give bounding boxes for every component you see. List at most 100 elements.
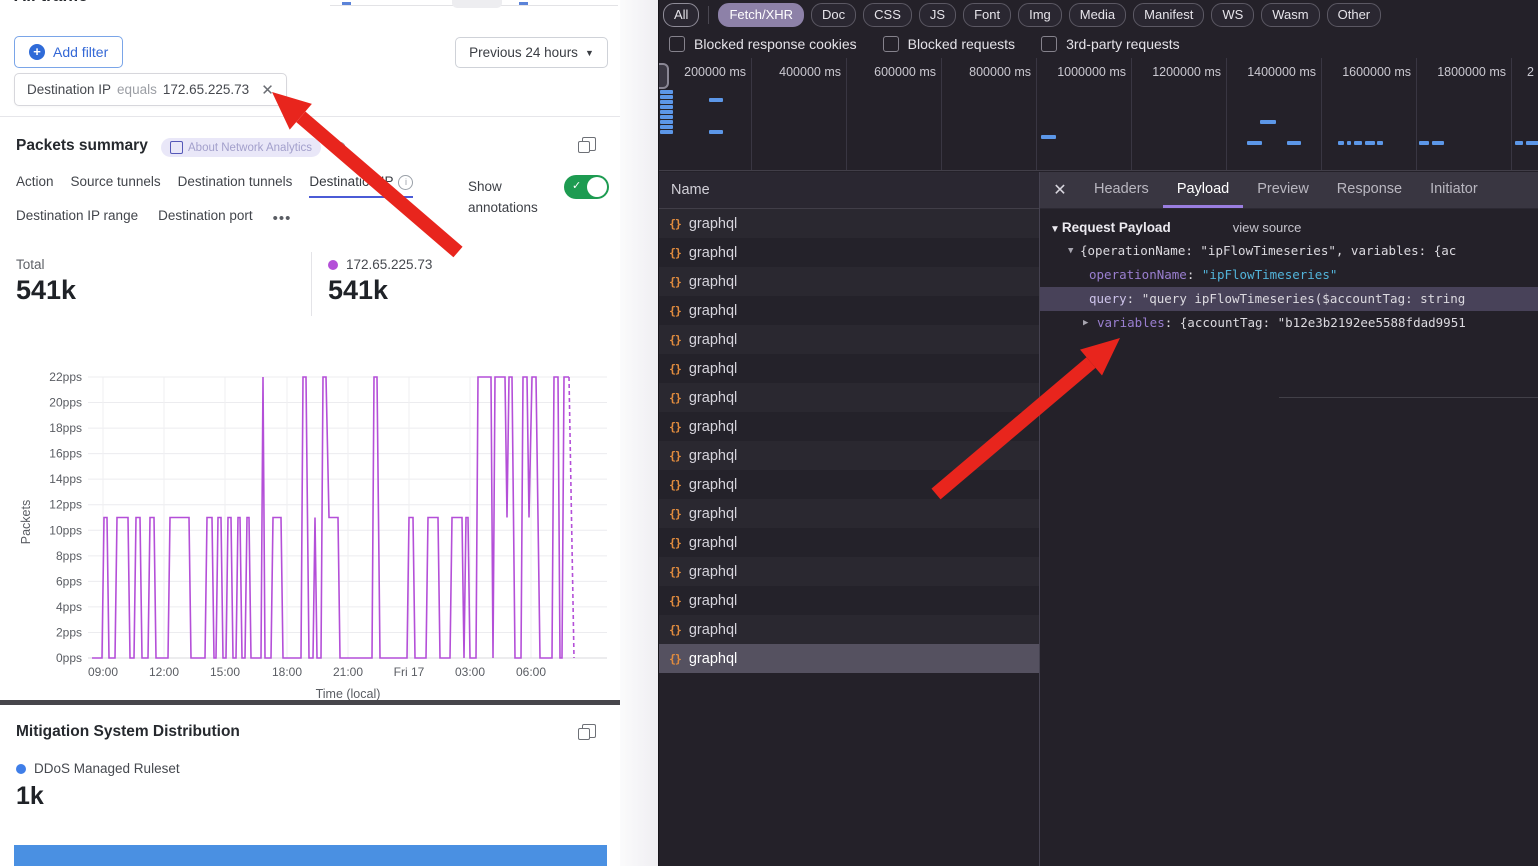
request-row[interactable]: {}graphql xyxy=(659,441,1039,470)
request-name: graphql xyxy=(689,419,737,435)
add-filter-label: Add filter xyxy=(53,44,108,60)
expand-panel-icon[interactable] xyxy=(582,137,596,151)
checkbox-box[interactable] xyxy=(669,36,685,52)
request-row[interactable]: {}graphql xyxy=(659,470,1039,499)
request-timing-mark xyxy=(1041,135,1056,139)
timeline-tick-label: 600000 ms xyxy=(874,65,936,79)
checkbox-box[interactable] xyxy=(883,36,899,52)
request-timing-mark xyxy=(1247,141,1262,145)
tab-action[interactable]: Action xyxy=(16,174,54,195)
filter-pill-fetch-xhr[interactable]: Fetch/XHR xyxy=(718,3,804,27)
request-row[interactable]: {}graphql xyxy=(659,557,1039,586)
filter-pill-media[interactable]: Media xyxy=(1069,3,1126,27)
time-range-label: Previous 24 hours xyxy=(469,45,578,60)
request-timing-mark xyxy=(660,110,673,114)
detail-tab-preview[interactable]: Preview xyxy=(1243,172,1323,208)
tab-destination-ip-range[interactable]: Destination IP range xyxy=(16,208,138,229)
filter-pill-ws[interactable]: WS xyxy=(1211,3,1254,27)
json-request-icon: {} xyxy=(669,565,681,579)
remove-filter-icon[interactable]: ✕ xyxy=(261,81,274,99)
request-row[interactable]: {}graphql xyxy=(659,586,1039,615)
timeline-column: 800000 ms xyxy=(941,58,1037,170)
pill-separator xyxy=(708,6,709,24)
request-row[interactable]: {}graphql xyxy=(659,499,1039,528)
json-request-icon: {} xyxy=(669,478,681,492)
about-network-analytics-badge[interactable]: About Network Analytics xyxy=(161,138,321,157)
request-row[interactable]: {}graphql xyxy=(659,354,1039,383)
more-tabs-icon[interactable]: ••• xyxy=(273,210,292,227)
payload-token: {operationName: "ipFlowTimeseries", vari… xyxy=(1080,243,1456,258)
request-payload-title: Request Payload xyxy=(1062,220,1171,235)
time-range-dropdown[interactable]: Previous 24 hours ▼ xyxy=(455,37,608,68)
view-source-link[interactable]: view source xyxy=(1233,220,1302,235)
json-request-icon: {} xyxy=(669,594,681,608)
filter-pill-img[interactable]: Img xyxy=(1018,3,1062,27)
payload-line[interactable]: query: "query ipFlowTimeseries($accountT… xyxy=(1040,287,1538,311)
caret-down-icon[interactable]: ▼ xyxy=(1050,224,1060,235)
tab-destination-tunnels[interactable]: Destination tunnels xyxy=(178,174,293,195)
request-name: graphql xyxy=(689,332,737,348)
payload-line[interactable]: ▼ {operationName: "ipFlowTimeseries", var… xyxy=(1040,239,1538,263)
filter-pill-css[interactable]: CSS xyxy=(863,3,912,27)
checkbox-blocked-requests[interactable]: Blocked requests xyxy=(883,36,1015,52)
checkbox-3rd-party-requests[interactable]: 3rd-party requests xyxy=(1041,36,1180,52)
request-row[interactable]: {}graphql xyxy=(659,412,1039,441)
request-timing-mark xyxy=(1515,141,1523,145)
request-row[interactable]: {}graphql xyxy=(659,615,1039,644)
timeline-column: 1600000 ms xyxy=(1321,58,1417,170)
request-name: graphql xyxy=(689,303,737,319)
filter-pill-other[interactable]: Other xyxy=(1327,3,1382,27)
request-timing-mark xyxy=(660,90,673,94)
expand-panel-icon[interactable] xyxy=(582,724,596,738)
timeline-tick-label: 1200000 ms xyxy=(1152,65,1221,79)
payload-line[interactable]: ▶variables: {accountTag: "b12e3b2192ee55… xyxy=(1040,311,1538,335)
tab-destination-ip[interactable]: Destination IPi xyxy=(309,174,413,198)
filter-pill-manifest[interactable]: Manifest xyxy=(1133,3,1204,27)
request-row[interactable]: {}graphql xyxy=(659,296,1039,325)
filter-pill-wasm[interactable]: Wasm xyxy=(1261,3,1319,27)
request-name: graphql xyxy=(689,535,737,551)
caret-down-icon[interactable]: ▼ xyxy=(1068,239,1073,263)
request-payload-header: ▼ Request Payload view source xyxy=(1050,220,1538,235)
add-filter-button[interactable]: + Add filter xyxy=(14,36,123,68)
card-separator-band xyxy=(0,700,658,705)
caret-right-icon[interactable]: ▶ xyxy=(1083,311,1088,335)
request-timing-mark xyxy=(709,130,723,134)
filter-chip[interactable]: Destination IP equals 172.65.225.73 ✕ xyxy=(14,73,287,106)
packets-summary-tabs-row2: Destination IP range Destination port ••• xyxy=(16,208,291,229)
detail-tabs: HeadersPayloadPreviewResponseInitiator xyxy=(1080,172,1492,208)
payload-line[interactable]: operationName: "ipFlowTimeseries" xyxy=(1040,263,1538,287)
show-annotations-toggle[interactable]: ✓ xyxy=(564,175,609,199)
request-row[interactable]: {}graphql xyxy=(659,383,1039,412)
request-timing-mark xyxy=(709,98,723,102)
request-row[interactable]: {}graphql xyxy=(659,528,1039,557)
network-overview-timeline[interactable]: 200000 ms400000 ms600000 ms800000 ms1000… xyxy=(659,58,1538,171)
close-icon[interactable]: ✕ xyxy=(1040,180,1080,200)
request-row[interactable]: {}graphql xyxy=(659,238,1039,267)
request-row[interactable]: {}graphql xyxy=(659,267,1039,296)
request-name: graphql xyxy=(689,216,737,232)
stat-divider xyxy=(311,252,312,316)
timeline-column: 1800000 ms xyxy=(1416,58,1512,170)
tab-destination-port[interactable]: Destination port xyxy=(158,208,253,229)
request-timing-mark xyxy=(660,120,673,124)
svg-text:18:00: 18:00 xyxy=(272,665,302,679)
tab-source-tunnels[interactable]: Source tunnels xyxy=(71,174,161,195)
detail-tab-response[interactable]: Response xyxy=(1323,172,1416,208)
checkbox-box[interactable] xyxy=(1041,36,1057,52)
svg-text:14pps: 14pps xyxy=(49,472,82,486)
detail-tab-initiator[interactable]: Initiator xyxy=(1416,172,1492,208)
filter-pill-js[interactable]: JS xyxy=(919,3,956,27)
filter-pill-font[interactable]: Font xyxy=(963,3,1011,27)
detail-tab-payload[interactable]: Payload xyxy=(1163,172,1243,208)
request-row[interactable]: {}graphql xyxy=(659,325,1039,354)
show-annotations-label: Show annotations xyxy=(468,176,558,218)
filter-pill-all[interactable]: All xyxy=(663,3,699,27)
svg-text:12:00: 12:00 xyxy=(149,665,179,679)
filter-pill-doc[interactable]: Doc xyxy=(811,3,856,27)
checkbox-blocked-response-cookies[interactable]: Blocked response cookies xyxy=(669,36,857,52)
detail-tab-headers[interactable]: Headers xyxy=(1080,172,1163,208)
request-row[interactable]: {}graphql xyxy=(659,209,1039,238)
request-row[interactable]: {}graphql xyxy=(659,644,1039,673)
name-column-header[interactable]: Name xyxy=(659,172,1039,209)
